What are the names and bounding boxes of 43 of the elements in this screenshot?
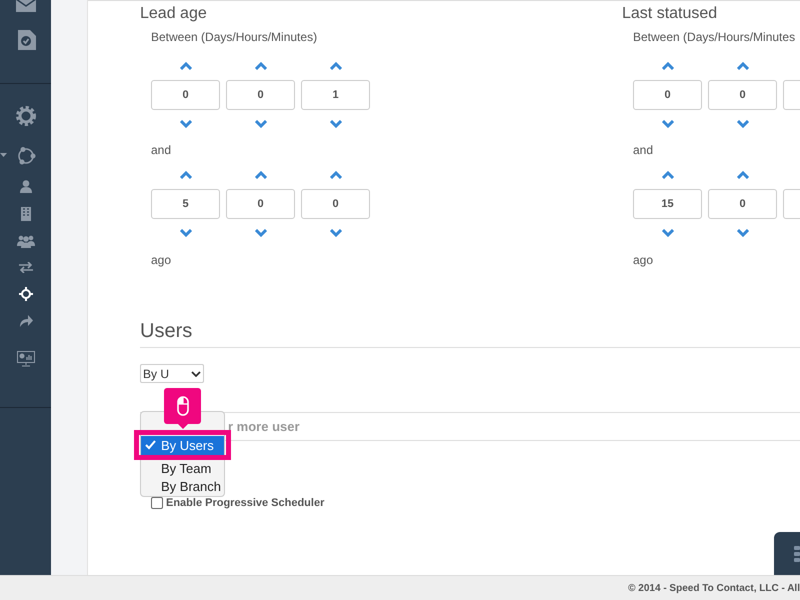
document-check-icon[interactable]	[16, 30, 36, 50]
ago-label: ago	[151, 253, 172, 267]
number-field[interactable]: 0	[708, 189, 777, 219]
caret-icon[interactable]	[0, 153, 6, 157]
number-field[interactable]: 0	[151, 80, 220, 110]
list-icon	[794, 544, 800, 564]
number-field[interactable]: 15	[633, 189, 702, 219]
number-field[interactable]: 5	[151, 189, 220, 219]
building-icon[interactable]	[20, 207, 30, 221]
settings-icon[interactable]	[16, 106, 36, 126]
section-title: Last statused	[622, 5, 718, 23]
crosshair-icon[interactable]	[18, 287, 32, 301]
monitor-chart-icon[interactable]	[16, 351, 34, 367]
range-label: Between (Days/Hours/Minutes)	[151, 30, 318, 44]
number-field[interactable]: 0	[301, 189, 370, 219]
number-field[interactable]: 0	[226, 189, 295, 219]
checkbox-label: Enable Progressive Scheduler	[166, 497, 324, 509]
transfer-arrows-icon[interactable]	[18, 262, 32, 273]
menu-option[interactable]: By Team	[141, 460, 224, 478]
dropdown[interactable]: By U	[140, 364, 204, 383]
number-field[interactable]: 1	[301, 80, 370, 110]
envelope-icon[interactable]	[16, 0, 36, 12]
and-label: and	[151, 143, 172, 157]
menu-option[interactable]: By Branch	[141, 478, 224, 496]
user-icon[interactable]	[20, 180, 32, 193]
chevron-icon	[191, 370, 202, 376]
group-icon[interactable]	[16, 235, 34, 248]
mouse-icon	[176, 396, 188, 416]
section-title: Users	[140, 320, 194, 343]
copyright-text: © 2014 - Speed To Contact, LLC - All	[628, 582, 800, 594]
check-icon	[145, 440, 156, 450]
number-field[interactable]: 0	[226, 80, 295, 110]
menu-option[interactable]: By Users	[141, 436, 224, 456]
section-title: Lead age	[140, 5, 208, 23]
number-field[interactable]: 0	[633, 80, 702, 110]
checkbox[interactable]	[151, 497, 163, 509]
share-icon[interactable]	[16, 146, 36, 166]
ago-label: ago	[633, 253, 654, 267]
menu-button[interactable]	[774, 532, 800, 575]
range-label: Between (Days/Hours/Minutes	[633, 30, 796, 44]
forward-arrow-icon[interactable]	[18, 315, 32, 327]
number-field[interactable]: 0	[708, 80, 777, 110]
and-label: and	[633, 143, 654, 157]
